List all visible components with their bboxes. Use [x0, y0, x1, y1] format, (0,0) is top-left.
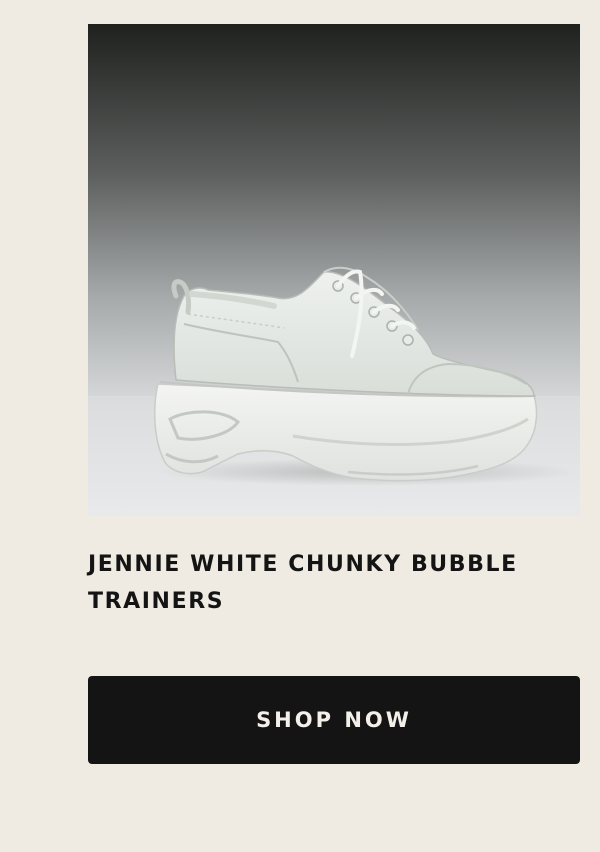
product-image[interactable] — [88, 24, 580, 516]
product-card: JENNIE WHITE CHUNKY BUBBLE TRAINERS SHOP… — [88, 24, 580, 764]
sneaker-illustration — [88, 266, 580, 516]
product-title[interactable]: JENNIE WHITE CHUNKY BUBBLE TRAINERS — [88, 546, 528, 620]
shop-now-button[interactable]: SHOP NOW — [88, 676, 580, 764]
